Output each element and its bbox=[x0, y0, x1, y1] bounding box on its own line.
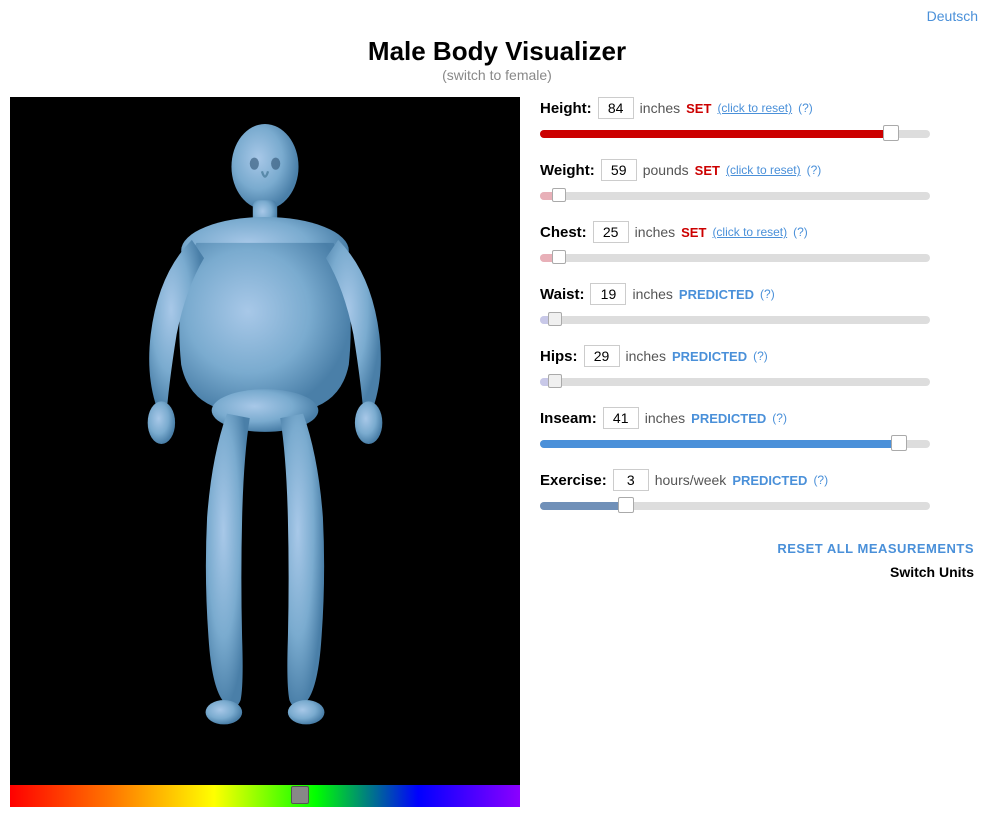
waist-slider-thumb[interactable] bbox=[548, 312, 562, 326]
hips-value[interactable]: 29 bbox=[584, 345, 620, 367]
inseam-row: Inseam: 41 inches PREDICTED (?) bbox=[540, 407, 974, 457]
switch-units-button[interactable]: Switch Units bbox=[890, 564, 974, 580]
weight-reset-link[interactable]: (click to reset) bbox=[726, 163, 801, 177]
body-canvas[interactable] bbox=[10, 97, 520, 785]
chest-slider-track bbox=[540, 254, 930, 262]
page-title: Male Body Visualizer bbox=[0, 36, 994, 67]
exercise-help-link[interactable]: (?) bbox=[813, 473, 828, 487]
exercise-slider-fill bbox=[540, 502, 626, 510]
hips-row: Hips: 29 inches PREDICTED (?) bbox=[540, 345, 974, 395]
hips-status: PREDICTED bbox=[672, 349, 747, 364]
hips-help-link[interactable]: (?) bbox=[753, 349, 768, 363]
hips-slider[interactable] bbox=[540, 373, 930, 391]
height-row: Height: 84 inches SET (click to reset) (… bbox=[540, 97, 974, 147]
hips-slider-track bbox=[540, 378, 930, 386]
chest-slider[interactable] bbox=[540, 249, 930, 267]
exercise-label: Exercise: bbox=[540, 472, 607, 489]
weight-slider-track bbox=[540, 192, 930, 200]
inseam-status: PREDICTED bbox=[691, 411, 766, 426]
height-reset-link[interactable]: (click to reset) bbox=[717, 101, 792, 115]
inseam-help-link[interactable]: (?) bbox=[772, 411, 787, 425]
waist-slider-track bbox=[540, 316, 930, 324]
weight-help-link[interactable]: (?) bbox=[807, 163, 822, 177]
exercise-value[interactable]: 3 bbox=[613, 469, 649, 491]
chest-help-link[interactable]: (?) bbox=[793, 225, 808, 239]
exercise-slider[interactable] bbox=[540, 497, 930, 515]
chest-reset-link[interactable]: (click to reset) bbox=[712, 225, 787, 239]
waist-label: Waist: bbox=[540, 286, 584, 303]
chest-status: SET bbox=[681, 225, 706, 240]
waist-status: PREDICTED bbox=[679, 287, 754, 302]
height-slider-fill bbox=[540, 130, 891, 138]
weight-value[interactable]: 59 bbox=[601, 159, 637, 181]
waist-unit: inches bbox=[632, 286, 672, 302]
language-link[interactable]: Deutsch bbox=[927, 8, 978, 24]
height-slider[interactable] bbox=[540, 125, 930, 143]
height-unit: inches bbox=[640, 100, 680, 116]
inseam-value[interactable]: 41 bbox=[603, 407, 639, 429]
switch-gender-link[interactable]: (switch to female) bbox=[442, 67, 552, 83]
waist-slider[interactable] bbox=[540, 311, 930, 329]
height-help-link[interactable]: (?) bbox=[798, 101, 813, 115]
waist-row: Waist: 19 inches PREDICTED (?) bbox=[540, 283, 974, 333]
height-slider-thumb[interactable] bbox=[883, 125, 899, 141]
color-bar-thumb[interactable] bbox=[291, 786, 309, 804]
chest-row: Chest: 25 inches SET (click to reset) (?… bbox=[540, 221, 974, 271]
weight-slider[interactable] bbox=[540, 187, 930, 205]
exercise-unit: hours/week bbox=[655, 472, 727, 488]
weight-slider-thumb[interactable] bbox=[552, 188, 566, 202]
exercise-row: Exercise: 3 hours/week PREDICTED (?) bbox=[540, 469, 974, 519]
chest-slider-thumb[interactable] bbox=[552, 250, 566, 264]
exercise-status: PREDICTED bbox=[732, 473, 807, 488]
height-status: SET bbox=[686, 101, 711, 116]
inseam-slider-thumb[interactable] bbox=[891, 435, 907, 451]
exercise-slider-thumb[interactable] bbox=[618, 497, 634, 513]
weight-status: SET bbox=[695, 163, 720, 178]
weight-label: Weight: bbox=[540, 162, 595, 179]
height-value[interactable]: 84 bbox=[598, 97, 634, 119]
weight-row: Weight: 59 pounds SET (click to reset) (… bbox=[540, 159, 974, 209]
hips-label: Hips: bbox=[540, 348, 578, 365]
waist-help-link[interactable]: (?) bbox=[760, 287, 775, 301]
chest-label: Chest: bbox=[540, 224, 587, 241]
height-label: Height: bbox=[540, 100, 592, 117]
inseam-slider-fill bbox=[540, 440, 899, 448]
controls-panel: Height: 84 inches SET (click to reset) (… bbox=[520, 97, 994, 807]
weight-unit: pounds bbox=[643, 162, 689, 178]
inseam-label: Inseam: bbox=[540, 410, 597, 427]
chest-value[interactable]: 25 bbox=[593, 221, 629, 243]
hips-unit: inches bbox=[626, 348, 666, 364]
inseam-slider[interactable] bbox=[540, 435, 930, 453]
inseam-unit: inches bbox=[645, 410, 685, 426]
color-gradient-bar[interactable] bbox=[10, 785, 520, 807]
chest-unit: inches bbox=[635, 224, 675, 240]
waist-value[interactable]: 19 bbox=[590, 283, 626, 305]
hips-slider-thumb[interactable] bbox=[548, 374, 562, 388]
bottom-buttons: RESET ALL MEASUREMENTS Switch Units bbox=[540, 541, 974, 580]
reset-all-button[interactable]: RESET ALL MEASUREMENTS bbox=[777, 541, 974, 556]
body-visualizer-panel bbox=[10, 97, 520, 807]
